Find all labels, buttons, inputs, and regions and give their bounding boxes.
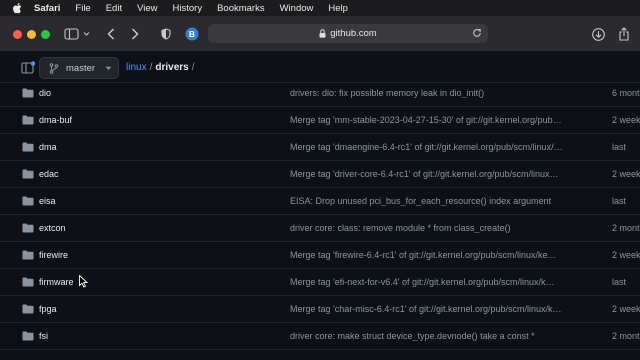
commit-age: 2 mont	[612, 223, 640, 233]
sidebar-toggle-icon[interactable]	[64, 26, 90, 42]
downloads-icon[interactable]	[591, 26, 605, 42]
folder-name-link[interactable]: dio	[39, 88, 51, 98]
breadcrumb-separator: /	[149, 62, 153, 73]
folder-name-link[interactable]: eisa	[39, 196, 56, 206]
commit-age: 2 week	[612, 250, 640, 260]
commit-message-link[interactable]: EISA: Drop unused pci_bus_for_each_resou…	[290, 196, 586, 206]
folder-name-link[interactable]: firmware	[39, 277, 74, 287]
git-branch-icon	[49, 62, 59, 74]
extension-badge-label: B	[189, 29, 195, 39]
commit-message-link[interactable]: Merge tag 'dmaengine-6.4-rc1' of git://g…	[290, 142, 586, 152]
menu-bookmarks[interactable]: Bookmarks	[217, 3, 265, 14]
commit-message-link[interactable]: Merge tag 'efi-next-for-v6.4' of git://g…	[290, 277, 586, 287]
share-icon[interactable]	[617, 26, 631, 42]
file-tree-toggle-icon[interactable]	[21, 61, 36, 80]
commit-age: 2 week	[612, 115, 640, 125]
folder-name-link[interactable]: firewire	[39, 250, 68, 260]
zoom-window-button[interactable]	[41, 30, 50, 39]
commit-age: last	[612, 277, 627, 287]
folder-icon	[22, 169, 34, 179]
macos-menu-bar: Safari File Edit View History Bookmarks …	[0, 0, 640, 16]
breadcrumb-separator: /	[191, 62, 195, 73]
folder-name-link[interactable]: fsi	[39, 331, 48, 341]
table-row[interactable]: dio drivers: dio: fix possible memory le…	[0, 80, 640, 107]
folder-name-link[interactable]: dma-buf	[39, 115, 72, 125]
extension-icon[interactable]: B	[185, 26, 199, 42]
commit-age: 2 mont	[612, 331, 640, 341]
table-row[interactable]: dma-buf Merge tag 'mm-stable-2023-04-27-…	[0, 107, 640, 134]
url-text: github.com	[330, 28, 377, 39]
back-arrow-icon[interactable]	[106, 26, 116, 42]
menu-history[interactable]: History	[173, 3, 203, 14]
commit-message-link[interactable]: driver core: class: remove module * from…	[290, 223, 586, 233]
folder-name-link[interactable]: edac	[39, 169, 59, 179]
folder-icon	[22, 223, 34, 233]
privacy-shield-icon[interactable]	[160, 26, 172, 42]
breadcrumb: linux / drivers /	[126, 62, 198, 73]
folder-icon	[22, 250, 34, 260]
folder-icon	[22, 115, 34, 125]
table-row[interactable]: dma Merge tag 'dmaengine-6.4-rc1' of git…	[0, 134, 640, 161]
commit-message-link[interactable]: Merge tag 'char-misc-6.4-rc1' of git://g…	[290, 304, 586, 314]
table-row[interactable]: fpga Merge tag 'char-misc-6.4-rc1' of gi…	[0, 296, 640, 323]
breadcrumb-current-folder: drivers	[155, 62, 189, 73]
folder-icon	[22, 142, 34, 152]
table-row[interactable]: fsi driver core: make struct device_type…	[0, 323, 640, 350]
folder-name-link[interactable]: extcon	[39, 223, 66, 233]
folder-icon	[22, 88, 34, 98]
lock-icon	[319, 29, 326, 38]
table-row[interactable]: firewire Merge tag 'firewire-6.4-rc1' of…	[0, 242, 640, 269]
commit-message-link[interactable]: driver core: make struct device_type.dev…	[290, 331, 586, 341]
apple-logo-icon[interactable]	[12, 2, 24, 14]
table-row[interactable]: extcon driver core: class: remove module…	[0, 215, 640, 242]
folder-icon	[22, 277, 34, 287]
commit-age: 2 week	[612, 169, 640, 179]
commit-age: last	[612, 196, 627, 206]
commit-age: 2 week	[612, 304, 640, 314]
repository-header: master linux / drivers /	[0, 53, 640, 83]
commit-age: last	[612, 142, 627, 152]
folder-name-link[interactable]: dma	[39, 142, 57, 152]
branch-name: master	[66, 62, 96, 74]
menu-window[interactable]: Window	[280, 3, 314, 14]
mouse-cursor-icon	[79, 274, 89, 293]
table-row[interactable]: eisa EISA: Drop unused pci_bus_for_each_…	[0, 188, 640, 215]
folder-name-link[interactable]: fpga	[39, 304, 57, 314]
minimize-window-button[interactable]	[27, 30, 36, 39]
commit-message-link[interactable]: Merge tag 'driver-core-6.4-rc1' of git:/…	[290, 169, 586, 179]
folder-icon	[22, 331, 34, 341]
menu-safari[interactable]: Safari	[34, 3, 60, 14]
commit-age: 6 mont	[612, 88, 640, 98]
table-row[interactable]: edac Merge tag 'driver-core-6.4-rc1' of …	[0, 161, 640, 188]
file-list: dio drivers: dio: fix possible memory le…	[0, 80, 640, 360]
folder-icon	[22, 196, 34, 206]
commit-message-link[interactable]: drivers: dio: fix possible memory leak i…	[290, 88, 586, 98]
menu-file[interactable]: File	[75, 3, 90, 14]
branch-selector-button[interactable]: master	[39, 57, 119, 79]
breadcrumb-repo-link[interactable]: linux	[126, 62, 147, 73]
menu-help[interactable]: Help	[328, 3, 348, 14]
folder-icon	[22, 304, 34, 314]
menu-edit[interactable]: Edit	[106, 3, 122, 14]
close-window-button[interactable]	[13, 30, 22, 39]
address-bar[interactable]: github.com	[208, 24, 488, 43]
commit-message-link[interactable]: Merge tag 'firewire-6.4-rc1' of git://gi…	[290, 250, 586, 260]
chevron-down-icon	[105, 66, 112, 71]
forward-arrow-icon[interactable]	[130, 26, 140, 42]
menu-view[interactable]: View	[137, 3, 157, 14]
table-row[interactable]: firmware Merge tag 'efi-next-for-v6.4' o…	[0, 269, 640, 296]
browser-toolbar: B github.com	[0, 16, 640, 52]
reload-icon[interactable]	[472, 28, 482, 38]
commit-message-link[interactable]: Merge tag 'mm-stable-2023-04-27-15-30' o…	[290, 115, 586, 125]
